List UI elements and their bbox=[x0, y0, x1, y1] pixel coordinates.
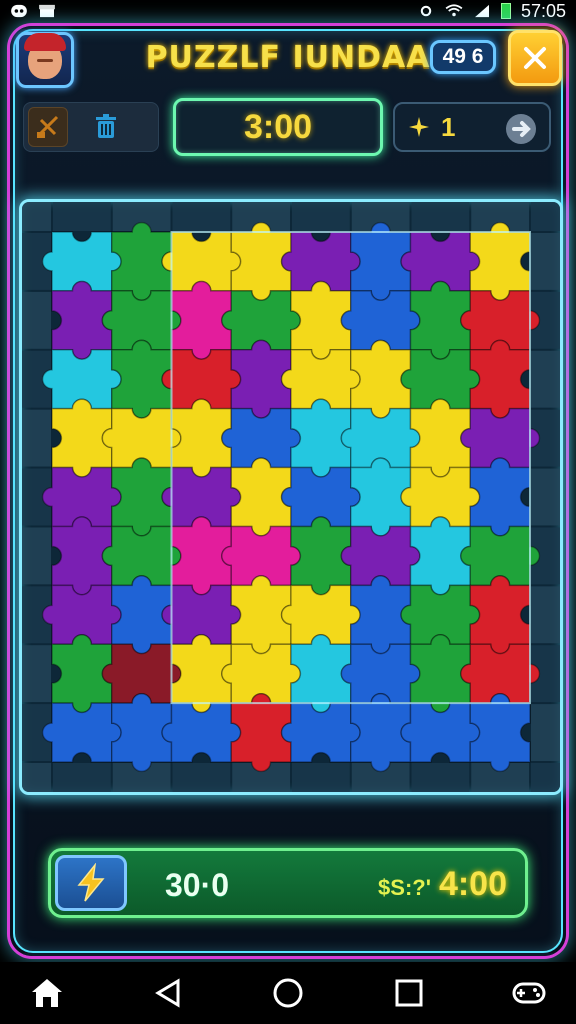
navigation-bar bbox=[0, 962, 576, 1024]
boost-button[interactable] bbox=[55, 855, 127, 911]
header: PUZZLF IUNDAA 49 6 bbox=[10, 26, 566, 90]
puzzle-piece[interactable] bbox=[41, 702, 122, 763]
trash-icon bbox=[96, 114, 116, 138]
next-button[interactable] bbox=[503, 111, 539, 147]
puzzle-pieces[interactable] bbox=[22, 202, 560, 792]
close-icon bbox=[524, 47, 546, 69]
battery-icon bbox=[500, 3, 511, 19]
currency-label: $S:?' bbox=[378, 875, 431, 900]
game-controller-icon bbox=[512, 982, 546, 1004]
puzzle-piece[interactable] bbox=[469, 692, 531, 773]
background-tile bbox=[22, 291, 51, 349]
status-bar: 57:05 bbox=[0, 0, 576, 22]
bottom-bar: 30·0 $S:?' 4:00 bbox=[48, 848, 528, 918]
back-icon bbox=[154, 978, 179, 1008]
hint-count: 1 bbox=[441, 111, 456, 142]
timer: 3:00 bbox=[173, 98, 383, 156]
puzzle-piece[interactable] bbox=[469, 339, 531, 419]
back-button[interactable] bbox=[143, 968, 193, 1018]
puzzle-piece[interactable] bbox=[280, 702, 361, 763]
home-button[interactable] bbox=[22, 968, 72, 1018]
home-icon bbox=[32, 979, 62, 1007]
rotate-button[interactable] bbox=[28, 107, 68, 147]
background-tile bbox=[531, 233, 560, 290]
store-icon bbox=[39, 4, 55, 18]
puzzle-piece[interactable] bbox=[469, 575, 531, 655]
puzzle-piece[interactable] bbox=[400, 702, 481, 763]
background-tile bbox=[531, 704, 560, 761]
app-icon bbox=[11, 4, 27, 18]
toolbar: 3:00 1 bbox=[10, 98, 566, 158]
settings-icon bbox=[420, 5, 432, 17]
clock: 57:05 bbox=[520, 0, 566, 21]
background-tile bbox=[22, 763, 51, 792]
arrow-right-icon bbox=[506, 114, 536, 144]
background-tile bbox=[53, 763, 111, 792]
background-tile bbox=[172, 763, 231, 792]
moves-value: 30·0 bbox=[165, 867, 230, 903]
background-tile bbox=[22, 202, 51, 231]
background-tile bbox=[22, 527, 51, 585]
score-badge: 49 6 bbox=[430, 40, 496, 74]
background-tile bbox=[22, 409, 51, 467]
rotate-icon bbox=[36, 115, 59, 138]
tool-group bbox=[23, 102, 159, 152]
puzzle-piece[interactable] bbox=[161, 702, 242, 763]
background-tile bbox=[411, 763, 470, 792]
trash-button[interactable] bbox=[86, 107, 126, 147]
home-circle-icon bbox=[273, 978, 303, 1008]
wifi-icon bbox=[445, 4, 463, 17]
sparkle-icon bbox=[409, 117, 429, 137]
game-controller-button[interactable] bbox=[504, 968, 554, 1018]
background-tile bbox=[292, 202, 350, 231]
background-tile bbox=[531, 202, 560, 231]
background-tile bbox=[53, 202, 111, 231]
background-tile bbox=[411, 202, 470, 231]
recents-button[interactable] bbox=[384, 968, 434, 1018]
puzzle-piece[interactable] bbox=[469, 457, 531, 537]
background-tile bbox=[292, 763, 350, 792]
puzzle-piece[interactable] bbox=[469, 221, 531, 302]
background-tile bbox=[22, 645, 51, 703]
background-tile bbox=[531, 468, 560, 526]
hint-button[interactable]: 1 bbox=[393, 102, 551, 152]
recents-icon bbox=[395, 979, 422, 1007]
background-tile bbox=[531, 763, 560, 792]
signal-icon bbox=[474, 4, 489, 18]
reward-display: $S:?' 4:00 bbox=[378, 865, 507, 904]
lightning-icon bbox=[77, 863, 105, 902]
puzzle-board[interactable] bbox=[19, 199, 563, 795]
background-tile bbox=[531, 586, 560, 644]
reward-value: 4:00 bbox=[438, 865, 507, 903]
background-tile bbox=[531, 350, 560, 408]
close-button[interactable] bbox=[508, 30, 562, 86]
home-circle-button[interactable] bbox=[263, 968, 313, 1018]
background-tile bbox=[172, 202, 231, 231]
